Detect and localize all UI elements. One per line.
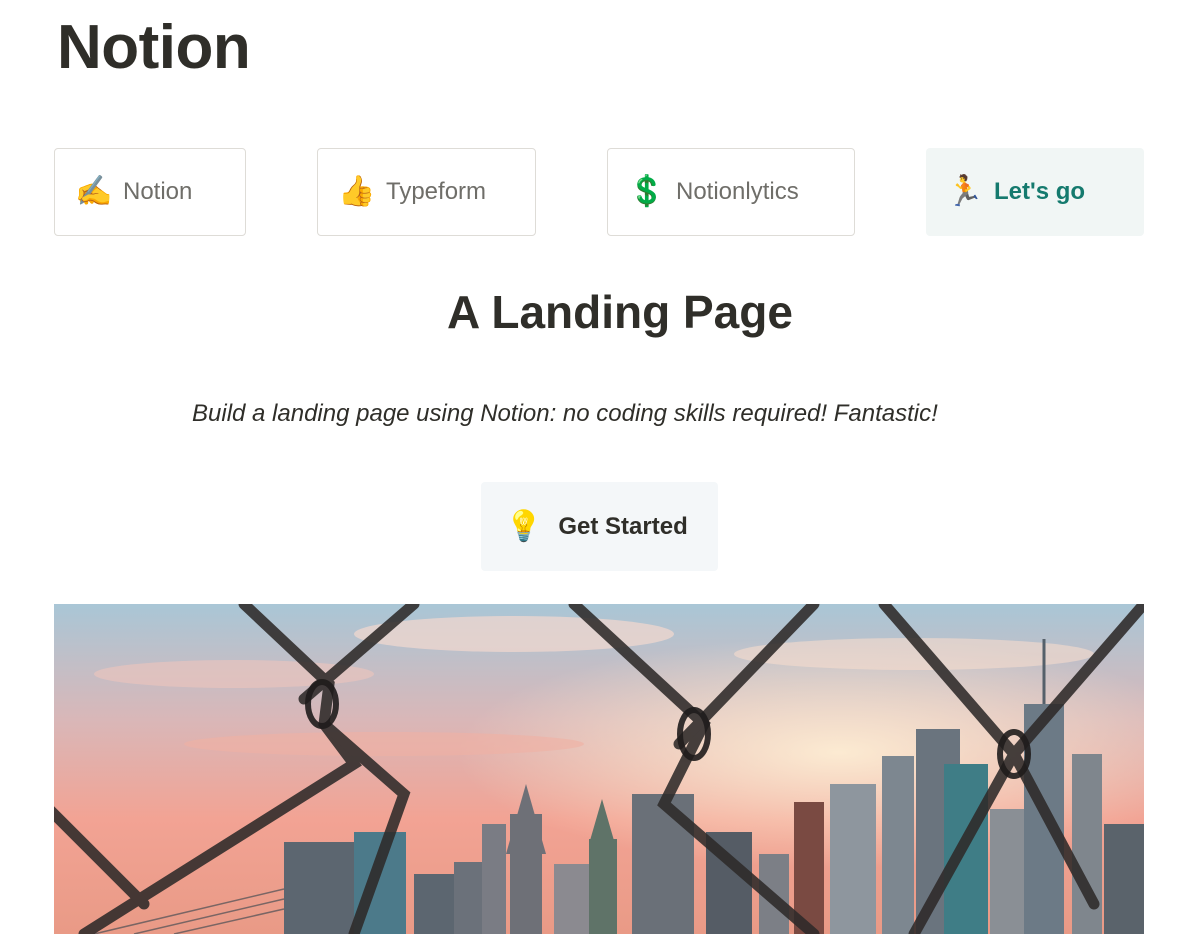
page-title: Notion [57,13,251,82]
get-started-button[interactable]: 💡 Get Started [481,482,718,571]
nav-button-label: Let's go [994,178,1086,205]
get-started-label: Get Started [558,512,688,540]
light-bulb-icon: 💡 [505,509,543,543]
thumbs-up-icon: 👍 [338,175,376,208]
city-skyline-through-fence-image [54,604,1144,934]
nav-button-lets-go[interactable]: 🏃 Let's go [926,148,1144,236]
hero-image [54,604,1144,934]
nav-button-typeform[interactable]: 👍 Typeform [317,148,536,236]
nav-button-notionlytics[interactable]: 💲 Notionlytics [607,148,855,236]
headline: A Landing Page [447,286,793,338]
nav-button-label: Typeform [386,178,487,205]
dollar-sign-icon: 💲 [628,175,666,208]
subtitle: Build a landing page using Notion: no co… [192,400,938,427]
nav-button-notion[interactable]: ✍️ Notion [54,148,246,236]
writing-hand-icon: ✍️ [75,175,113,208]
nav-button-label: Notion [123,178,193,205]
runner-icon: 🏃 [946,175,984,208]
nav-button-label: Notionlytics [676,178,799,205]
